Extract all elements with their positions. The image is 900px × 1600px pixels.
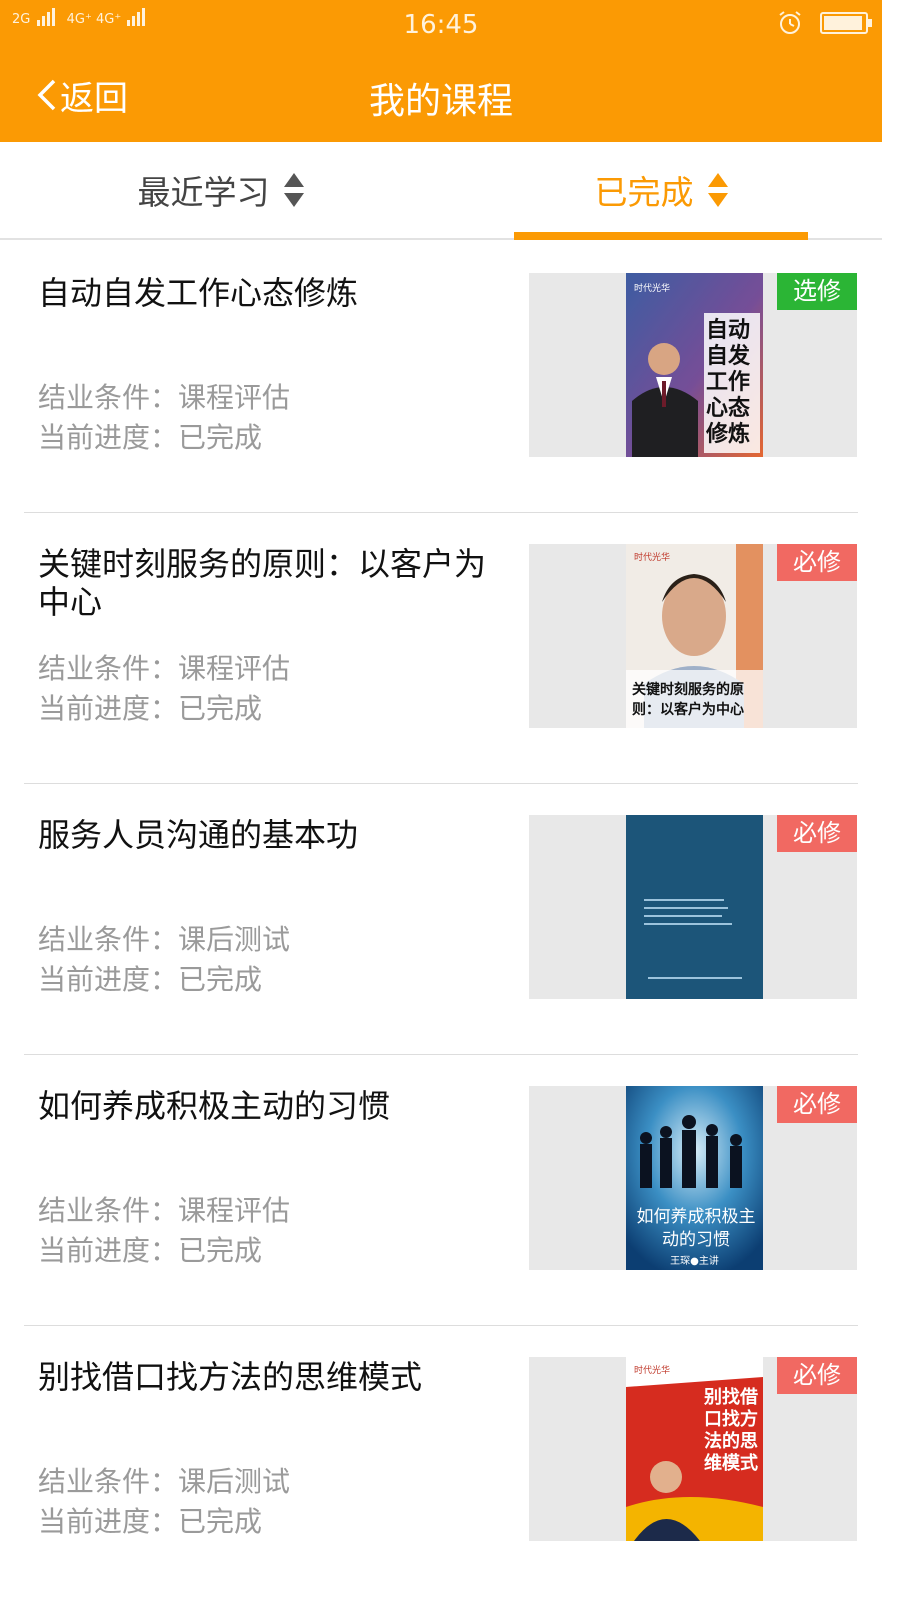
course-progress: 当前进度：已完成 [38,421,263,454]
course-item[interactable]: 服务人员沟通的基本功 结业条件：课后测试 当前进度：已完成 必修 [0,784,882,1055]
completion-condition: 结业条件：课后测试 [38,1465,291,1498]
course-item[interactable]: 别找借口找方法的思维模式 结业条件：课后测试 当前进度：已完成 时代光华 别找借… [0,1326,882,1597]
course-title: 自动自发工作心态修炼 [38,274,359,312]
required-badge: 必修 [777,544,857,581]
sort-arrows-icon [283,173,304,207]
completion-condition: 结业条件：课程评估 [38,1194,291,1227]
course-progress: 当前进度：已完成 [38,1234,263,1267]
battery-icon [820,12,872,34]
completion-condition: 结业条件：课程评估 [38,652,291,685]
completion-condition: 结业条件：课后测试 [38,923,291,956]
alarm-clock-icon [779,11,801,34]
cover-publisher: 时代光华 [634,553,671,563]
cover-author: 王琛●主讲 [670,1256,719,1267]
course-item[interactable]: 如何养成积极主动的习惯 结业条件：课程评估 当前进度：已完成 如何养成积极主动的… [0,1055,882,1326]
cover-title: 关键时刻服务的原则：以客户为中心 [632,682,744,718]
page-title: 我的课程 [368,81,513,122]
course-progress: 当前进度：已完成 [38,1505,263,1538]
course-item[interactable]: 关键时刻服务的原则：以客户为中心 结业条件：课程评估 当前进度：已完成 时代光华… [0,513,882,784]
course-progress: 当前进度：已完成 [38,692,263,725]
status-bar: 2G 4G⁺ 4G⁺ 16:45 [0,0,882,48]
course-title: 服务人员沟通的基本功 [38,816,359,854]
tab-recent-label: 最近学习 [137,173,270,212]
course-meta: 结业条件：课程评估 当前进度：已完成 [38,1191,290,1271]
cover-publisher: 时代光华 [634,284,671,294]
course-list: 自动自发工作心态修炼 结业条件：课程评估 当前进度：已完成 时代光华 自动自发工… [0,242,882,1597]
sort-arrows-icon-active [707,173,728,207]
course-cover-image [626,815,763,999]
required-badge: 必修 [777,1086,857,1123]
course-title: 别找借口找方法的思维模式 [38,1358,423,1396]
course-cover-image: 时代光华 自动自发工作心态修炼 [626,273,763,457]
elective-badge: 选修 [777,273,857,310]
course-title: 如何养成积极主动的习惯 [38,1087,391,1125]
tab-completed-label: 已完成 [594,173,694,212]
cover-title: 如何养成积极主动的习惯 [636,1207,756,1250]
app-header: 2G 4G⁺ 4G⁺ 16:45 返回 我的课程 [0,0,882,142]
course-meta: 结业条件：课后测试 当前进度：已完成 [38,1462,290,1542]
tab-bar: 最近学习 已完成 [0,142,882,240]
completion-condition: 结业条件：课程评估 [38,381,291,414]
required-badge: 必修 [777,1357,857,1394]
status-time: 16:45 [403,10,479,40]
cover-title: 别找借口找方法的思维模式 [704,1387,758,1474]
course-title: 关键时刻服务的原则：以客户为中心 [38,545,487,621]
course-progress: 当前进度：已完成 [38,963,263,996]
course-meta: 结业条件：课程评估 当前进度：已完成 [38,378,290,458]
cover-publisher: 时代光华 [634,1366,671,1376]
required-badge: 必修 [777,815,857,852]
course-meta: 结业条件：课后测试 当前进度：已完成 [38,920,290,1000]
course-meta: 结业条件：课程评估 当前进度：已完成 [38,649,290,729]
course-item[interactable]: 自动自发工作心态修炼 结业条件：课程评估 当前进度：已完成 时代光华 自动自发工… [0,242,882,513]
cover-title: 自动自发工作心态修炼 [706,317,751,447]
active-tab-indicator [514,232,808,240]
tab-recent[interactable]: 最近学习 [0,142,441,238]
course-cover-image: 如何养成积极主动的习惯 王琛●主讲 [626,1086,763,1270]
tab-completed[interactable]: 已完成 [514,142,808,238]
course-cover-image: 时代光华 关键时刻服务的原则：以客户为中心 [626,544,763,728]
course-cover-image: 时代光华 别找借口找方法的思维模式 [626,1357,763,1541]
